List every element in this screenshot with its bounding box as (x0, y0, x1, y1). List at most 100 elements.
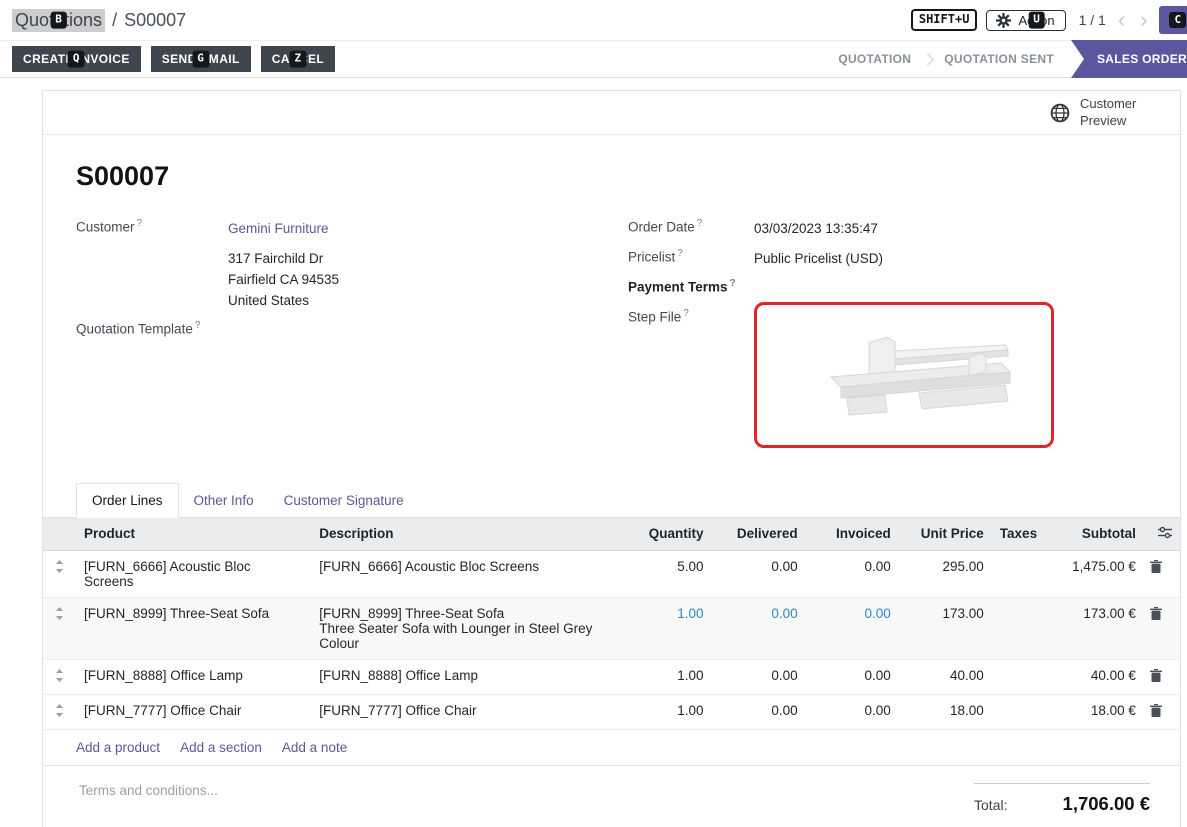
cell-unit-price[interactable]: 173.00 (899, 597, 992, 659)
delete-line-icon[interactable] (1144, 597, 1180, 659)
table-header-row: Product Description Quantity Delivered I… (43, 518, 1180, 551)
help-marker: ? (697, 218, 703, 229)
sheet-header-strip: Customer Preview (43, 91, 1180, 135)
cell-description[interactable]: [FURN_8888] Office Lamp (311, 659, 621, 694)
breadcrumb-separator: / (112, 10, 117, 31)
order-date-field-value[interactable]: 03/03/2023 13:35:47 (754, 218, 878, 239)
tab-order-lines[interactable]: Order Lines (76, 483, 179, 518)
cell-invoiced[interactable]: 0.00 (806, 694, 899, 729)
help-marker: ? (730, 278, 736, 289)
cell-delivered[interactable]: 0.00 (712, 550, 806, 597)
order-line-row: [FURN_6666] Acoustic Bloc Screens [FURN_… (43, 550, 1180, 597)
cell-delivered[interactable]: 0.00 (712, 659, 806, 694)
top-navigation-bar: Quotations B / S00007 SHIFT+U Action U (0, 0, 1187, 40)
order-lines-table: Product Description Quantity Delivered I… (43, 518, 1180, 730)
cell-invoiced[interactable]: 0.00 (806, 550, 899, 597)
line-add-actions: Add a product Add a section Add a note (43, 730, 1180, 766)
cell-taxes[interactable] (992, 597, 1040, 659)
cell-quantity[interactable]: 5.00 (621, 550, 711, 597)
breadcrumb-quotations[interactable]: Quotations B (12, 9, 105, 32)
notebook-tabs: Order Lines Other Info Customer Signatur… (43, 483, 1180, 518)
column-header-delivered: Delivered (712, 518, 806, 551)
record-action-buttons: CREATE INVOICE Q SEND EMAIL G CANCEL Z (0, 41, 335, 77)
breadcrumb-current: S00007 (124, 10, 186, 31)
drag-handle-icon[interactable] (43, 597, 76, 659)
field-group-right: Order Date? 03/03/2023 13:35:47 Pricelis… (628, 218, 1147, 457)
cell-invoiced[interactable]: 0.00 (806, 597, 899, 659)
cell-unit-price[interactable]: 295.00 (899, 550, 992, 597)
cell-product[interactable]: [FURN_8999] Three-Seat Sofa (76, 597, 311, 659)
cell-unit-price[interactable]: 40.00 (899, 659, 992, 694)
step-file-image-highlighted[interactable] (754, 302, 1054, 448)
cell-description[interactable]: [FURN_6666] Acoustic Bloc Screens (311, 550, 621, 597)
optional-columns-header-cell (1144, 518, 1180, 551)
kbd-hint-z: Z (289, 51, 306, 68)
address-line-1: 317 Fairchild Dr (228, 248, 339, 269)
terms-placeholder[interactable]: Terms and conditions... (79, 783, 218, 815)
help-marker: ? (137, 218, 143, 229)
field-group-left: Customer? Gemini Furniture 317 Fairchild… (76, 218, 628, 457)
pager-previous-button[interactable]: ‹ (1115, 9, 1128, 31)
create-invoice-button[interactable]: CREATE INVOICE Q (12, 46, 141, 72)
action-menu-button[interactable]: Action U (986, 10, 1065, 31)
help-marker: ? (195, 320, 201, 331)
cell-delivered[interactable]: 0.00 (712, 694, 806, 729)
status-quotation-sent[interactable]: QUOTATION SENT (927, 52, 1071, 66)
step-file-3d-preview (769, 315, 1039, 435)
tab-other-info[interactable]: Other Info (179, 484, 269, 517)
add-section-link[interactable]: Add a section (180, 740, 262, 755)
column-header-quantity: Quantity (621, 518, 711, 551)
cell-unit-price[interactable]: 18.00 (899, 694, 992, 729)
control-bar: CREATE INVOICE Q SEND EMAIL G CANCEL Z Q… (0, 40, 1187, 78)
cell-product[interactable]: [FURN_7777] Office Chair (76, 694, 311, 729)
optional-columns-icon[interactable] (1158, 526, 1172, 539)
drag-handle-icon[interactable] (43, 694, 76, 729)
cell-subtotal: 173.00 € (1040, 597, 1144, 659)
tab-customer-signature[interactable]: Customer Signature (269, 484, 419, 517)
cancel-button[interactable]: CANCEL Z (261, 46, 335, 72)
cell-description[interactable]: [FURN_8999] Three-Seat Sofa Three Seater… (311, 597, 621, 659)
status-sales-order[interactable]: SALES ORDER (1071, 40, 1187, 78)
customer-preview-label: Customer Preview (1080, 96, 1144, 130)
cell-subtotal: 40.00 € (1040, 659, 1144, 694)
delete-line-icon[interactable] (1144, 659, 1180, 694)
customer-field-value[interactable]: Gemini Furniture (228, 221, 329, 236)
cell-taxes[interactable] (992, 659, 1040, 694)
payment-terms-field-label: Payment Terms? (628, 278, 754, 295)
column-header-unit-price: Unit Price (899, 518, 992, 551)
cell-invoiced[interactable]: 0.00 (806, 659, 899, 694)
send-email-button[interactable]: SEND EMAIL G (151, 46, 251, 72)
add-product-link[interactable]: Add a product (76, 740, 160, 755)
pricelist-field-value[interactable]: Public Pricelist (USD) (754, 248, 883, 269)
column-header-invoiced: Invoiced (806, 518, 899, 551)
kbd-hint-c: C (1169, 12, 1186, 29)
gear-icon (996, 13, 1011, 28)
cell-quantity[interactable]: 1.00 (621, 659, 711, 694)
cell-product[interactable]: [FURN_6666] Acoustic Bloc Screens (76, 550, 311, 597)
drag-handle-icon[interactable] (43, 550, 76, 597)
delete-line-icon[interactable] (1144, 550, 1180, 597)
kbd-hint-b: B (50, 12, 67, 29)
pager-next-button[interactable]: › (1137, 9, 1150, 31)
drag-handle-icon[interactable] (43, 659, 76, 694)
total-label: Total: (974, 797, 1007, 813)
kbd-hint-u: U (1028, 12, 1045, 29)
cell-delivered[interactable]: 0.00 (712, 597, 806, 659)
cell-quantity[interactable]: 1.00 (621, 597, 711, 659)
status-quotation[interactable]: QUOTATION (821, 52, 928, 66)
quotation-template-field-label: Quotation Template? (76, 320, 228, 337)
cell-quantity[interactable]: 1.00 (621, 694, 711, 729)
cell-taxes[interactable] (992, 550, 1040, 597)
pricelist-field-label: Pricelist? (628, 248, 754, 269)
kbd-hint-q: Q (68, 51, 85, 68)
help-marker: ? (677, 248, 683, 259)
cell-subtotal: 18.00 € (1040, 694, 1144, 729)
customer-preview-button[interactable]: Customer Preview (1050, 96, 1144, 130)
delete-line-icon[interactable] (1144, 694, 1180, 729)
cell-taxes[interactable] (992, 694, 1040, 729)
cell-product[interactable]: [FURN_8888] Office Lamp (76, 659, 311, 694)
add-note-link[interactable]: Add a note (282, 740, 347, 755)
column-header-subtotal: Subtotal (1040, 518, 1144, 551)
cell-description[interactable]: [FURN_7777] Office Chair (311, 694, 621, 729)
corner-clipped-button[interactable]: C i (1159, 6, 1187, 34)
